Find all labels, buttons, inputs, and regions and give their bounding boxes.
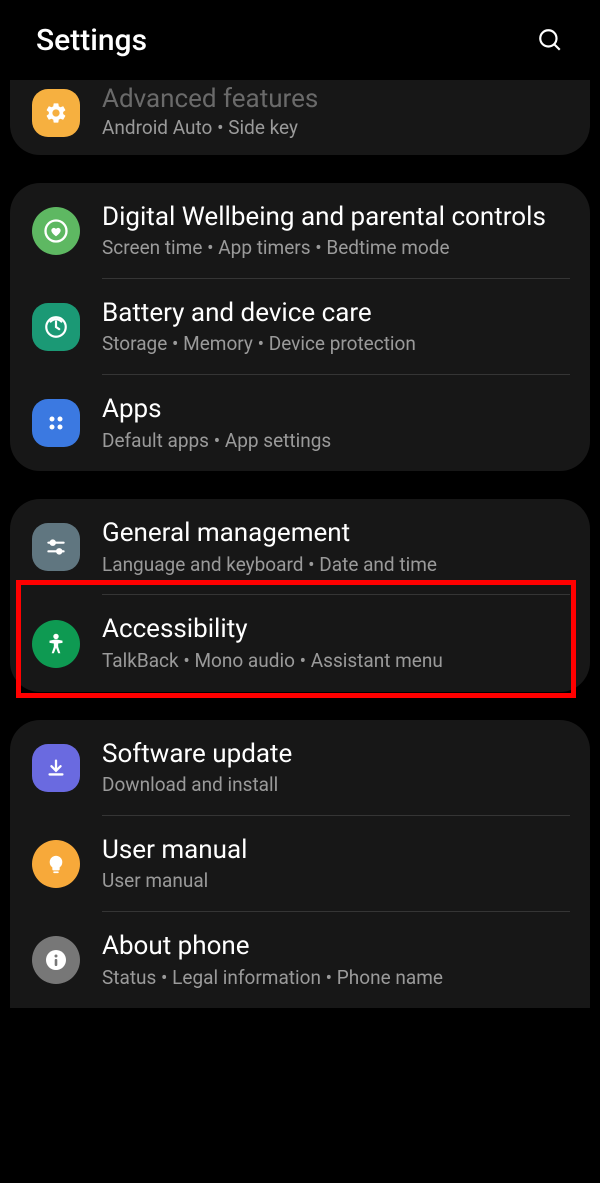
item-advanced-features[interactable]: Advanced features Android Auto • Side ke… (10, 80, 590, 155)
item-about-phone[interactable]: About phone Status • Legal information •… (10, 912, 590, 1008)
section-group-3: General management Language and keyboard… (10, 499, 590, 691)
item-text: General management Language and keyboard… (102, 517, 570, 577)
item-text: Accessibility TalkBack • Mono audio • As… (102, 613, 570, 673)
item-title: User manual (102, 834, 570, 867)
item-title: Digital Wellbeing and parental controls (102, 201, 570, 234)
item-title: Accessibility (102, 613, 570, 646)
item-text: Advanced features Android Auto • Side ke… (102, 86, 570, 141)
item-subtitle: Download and install (102, 773, 570, 798)
item-subtitle: TalkBack • Mono audio • Assistant menu (102, 649, 570, 674)
item-general-management[interactable]: General management Language and keyboard… (10, 499, 590, 595)
gear-plus-icon (32, 89, 80, 137)
sliders-icon (32, 523, 80, 571)
page-title: Settings (36, 23, 147, 58)
item-apps[interactable]: Apps Default apps • App settings (10, 375, 590, 471)
item-subtitle: Storage • Memory • Device protection (102, 332, 570, 357)
header: Settings (0, 0, 600, 80)
item-subtitle: Screen time • App timers • Bedtime mode (102, 236, 570, 261)
item-subtitle: Default apps • App settings (102, 429, 570, 454)
search-icon (537, 27, 563, 53)
item-text: Software update Download and install (102, 738, 570, 798)
item-text: Digital Wellbeing and parental controls … (102, 201, 570, 261)
item-text: User manual User manual (102, 834, 570, 894)
section-group-2: Digital Wellbeing and parental controls … (10, 183, 590, 472)
item-digital-wellbeing[interactable]: Digital Wellbeing and parental controls … (10, 183, 590, 279)
item-subtitle: Status • Legal information • Phone name (102, 966, 570, 991)
download-icon (32, 744, 80, 792)
heart-circle-icon (32, 207, 80, 255)
bulb-icon (32, 840, 80, 888)
item-text: Apps Default apps • App settings (102, 393, 570, 453)
item-title: About phone (102, 930, 570, 963)
search-button[interactable] (536, 26, 564, 54)
item-title: Battery and device care (102, 297, 570, 330)
refresh-icon (32, 303, 80, 351)
item-software-update[interactable]: Software update Download and install (10, 720, 590, 816)
item-title: Software update (102, 738, 570, 771)
item-title: General management (102, 517, 570, 550)
section-group-1: Advanced features Android Auto • Side ke… (10, 80, 590, 155)
item-text: About phone Status • Legal information •… (102, 930, 570, 990)
apps-grid-icon (32, 399, 80, 447)
item-title: Advanced features (102, 86, 570, 112)
item-subtitle: User manual (102, 869, 570, 894)
section-group-4: Software update Download and install Use… (10, 720, 590, 1009)
item-accessibility[interactable]: Accessibility TalkBack • Mono audio • As… (10, 595, 590, 691)
item-user-manual[interactable]: User manual User manual (10, 816, 590, 912)
item-subtitle: Language and keyboard • Date and time (102, 553, 570, 578)
info-icon (32, 936, 80, 984)
item-title: Apps (102, 393, 570, 426)
item-text: Battery and device care Storage • Memory… (102, 297, 570, 357)
person-icon (32, 620, 80, 668)
item-battery-device-care[interactable]: Battery and device care Storage • Memory… (10, 279, 590, 375)
item-subtitle: Android Auto • Side key (102, 116, 570, 141)
